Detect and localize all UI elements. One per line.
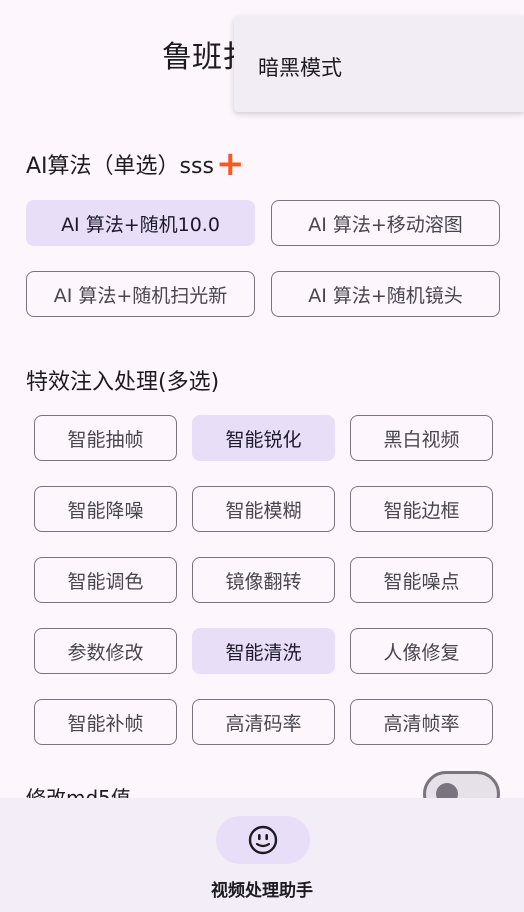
chip-label: 智能调色 (67, 570, 144, 593)
effect-option-14[interactable]: 高清帧率 (350, 699, 493, 745)
chip-label: 人像修复 (383, 641, 460, 664)
smiley-face-icon (248, 825, 278, 855)
effect-option-5[interactable]: 智能边框 (350, 486, 493, 532)
effect-option-2[interactable]: 黑白视频 (350, 415, 493, 461)
chip-label: 高清码率 (225, 712, 302, 735)
ai-option-0[interactable]: AI 算法+随机10.0 (26, 200, 255, 246)
effect-option-12[interactable]: 智能补帧 (34, 699, 177, 745)
menu-item-dark-mode[interactable]: 暗黑模式 (258, 52, 342, 82)
chip-label: 智能补帧 (67, 712, 144, 735)
chip-label: 智能清洗 (225, 641, 302, 664)
chip-label: 智能噪点 (383, 570, 460, 593)
ai-option-1[interactable]: AI 算法+移动溶图 (271, 200, 500, 246)
plus-icon[interactable]: + (216, 144, 245, 184)
ai-option-3[interactable]: AI 算法+随机镜头 (271, 271, 500, 317)
ai-section-title: AI算法（单选）sss (26, 154, 214, 179)
effect-option-3[interactable]: 智能降噪 (34, 486, 177, 532)
chip-label: 镜像翻转 (225, 570, 302, 593)
effect-option-11[interactable]: 人像修复 (350, 628, 493, 674)
effect-option-4[interactable]: 智能模糊 (192, 486, 335, 532)
nav-item-video-assistant[interactable] (216, 816, 310, 864)
effect-option-6[interactable]: 智能调色 (34, 557, 177, 603)
effect-option-1[interactable]: 智能锐化 (192, 415, 335, 461)
effect-option-7[interactable]: 镜像翻转 (192, 557, 335, 603)
effect-option-8[interactable]: 智能噪点 (350, 557, 493, 603)
chip-label: 黑白视频 (383, 428, 460, 451)
chip-label: 智能抽帧 (67, 428, 144, 451)
chip-label: AI 算法+随机镜头 (308, 284, 463, 307)
chip-label: 智能模糊 (225, 499, 302, 522)
chip-label: 参数修改 (67, 641, 144, 664)
chip-label: AI 算法+移动溶图 (308, 213, 463, 236)
nav-item-label: 视频处理助手 (211, 881, 313, 901)
chip-label: 智能边框 (383, 499, 460, 522)
chip-label: 智能降噪 (67, 499, 144, 522)
overflow-menu: 暗黑模式 (234, 16, 524, 112)
effect-option-10[interactable]: 智能清洗 (192, 628, 335, 674)
effect-option-13[interactable]: 高清码率 (192, 699, 335, 745)
chip-label: AI 算法+随机扫光新 (53, 284, 228, 307)
effects-section-title: 特效注入处理(多选) (26, 370, 220, 395)
chip-label: 智能锐化 (225, 428, 302, 451)
ai-section-header: AI算法（单选）sss+ (26, 147, 244, 181)
chip-label: 高清帧率 (383, 712, 460, 735)
effect-option-9[interactable]: 参数修改 (34, 628, 177, 674)
ai-option-2[interactable]: AI 算法+随机扫光新 (26, 271, 255, 317)
chip-label: AI 算法+随机10.0 (61, 213, 220, 236)
effect-option-0[interactable]: 智能抽帧 (34, 415, 177, 461)
bottom-navigation-bar: 视频处理助手 (0, 798, 524, 912)
